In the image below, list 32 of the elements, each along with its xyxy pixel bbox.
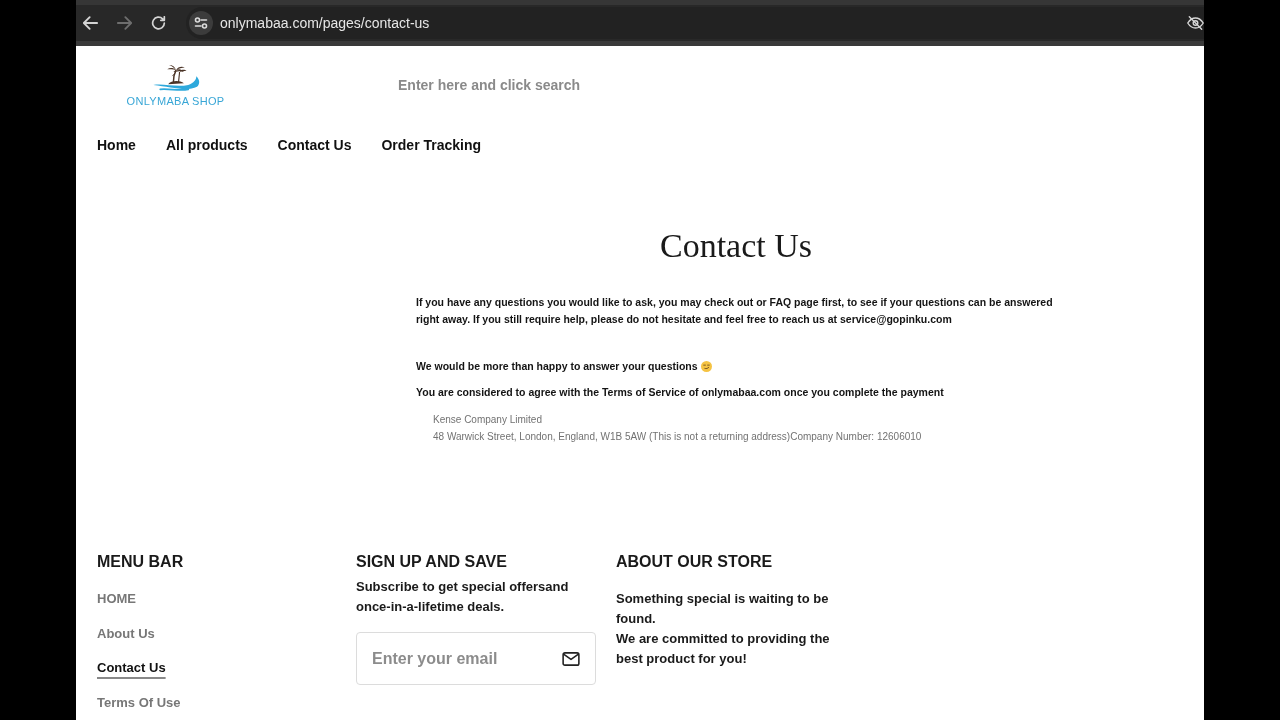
body-text: We would be more than happy to answer your questions [416,359,698,374]
nav-link[interactable]: All products [165,137,248,153]
nav-link[interactable]: Order Tracking [381,137,482,153]
footer-heading: SIGN UP AND SAVE [356,552,507,572]
about-text: We are committed to providing the best product for you! [616,630,831,668]
email-field[interactable]: Enter your email [356,632,596,685]
reload-icon [150,16,166,30]
address-line: 48 Warwick Street, London, England, W1B 5AW (This is not a returning address)Company Number: 12606010 [433,430,923,444]
url-text: onlymabaa.com/pages/contact-us [220,15,430,31]
address-bar[interactable]: onlymabaa.com/pages/contact-us [186,7,1204,39]
nav-link[interactable]: Contact Us [277,137,352,153]
footer-heading: ABOUT OUR STORE [616,552,773,572]
address-line: Kense Company Limited [433,413,543,427]
footer-link[interactable]: About Us [97,623,155,644]
footer-link[interactable]: HOME [97,589,136,609]
eye-off-icon[interactable] [1187,16,1204,30]
smirk-face-icon [700,361,712,372]
subscribe-button[interactable] [562,651,580,666]
right-arrow-icon [116,16,132,30]
page-title: Contact Us [658,226,813,266]
footer-link[interactable]: Terms Of Use [97,692,181,713]
about-text: Something special is waiting to be found. [616,590,830,628]
footer-link[interactable]: Contact Us [97,658,166,678]
left-arrow-icon [82,16,98,30]
tune-icon[interactable] [189,11,213,35]
signup-text: Subscribe to get special offersand once-in-a-lifetime deals. [356,578,570,616]
body-text: You are considered to agree with the Terms of Service of onlymabaa.com once you complete the payment [416,385,945,400]
nav-link[interactable]: Home [97,137,136,153]
mail-icon [562,651,580,666]
footer-heading: MENU BAR [97,552,184,572]
search-field[interactable]: Enter here and click search [398,77,818,93]
body-text: If you have any questions you would like to ask, you may check out or FAQ page first, to see if your questions can be answered right away. If you still require help, please do not hesitate and feel free to reach us at service@gopinku.com [416,295,1054,327]
